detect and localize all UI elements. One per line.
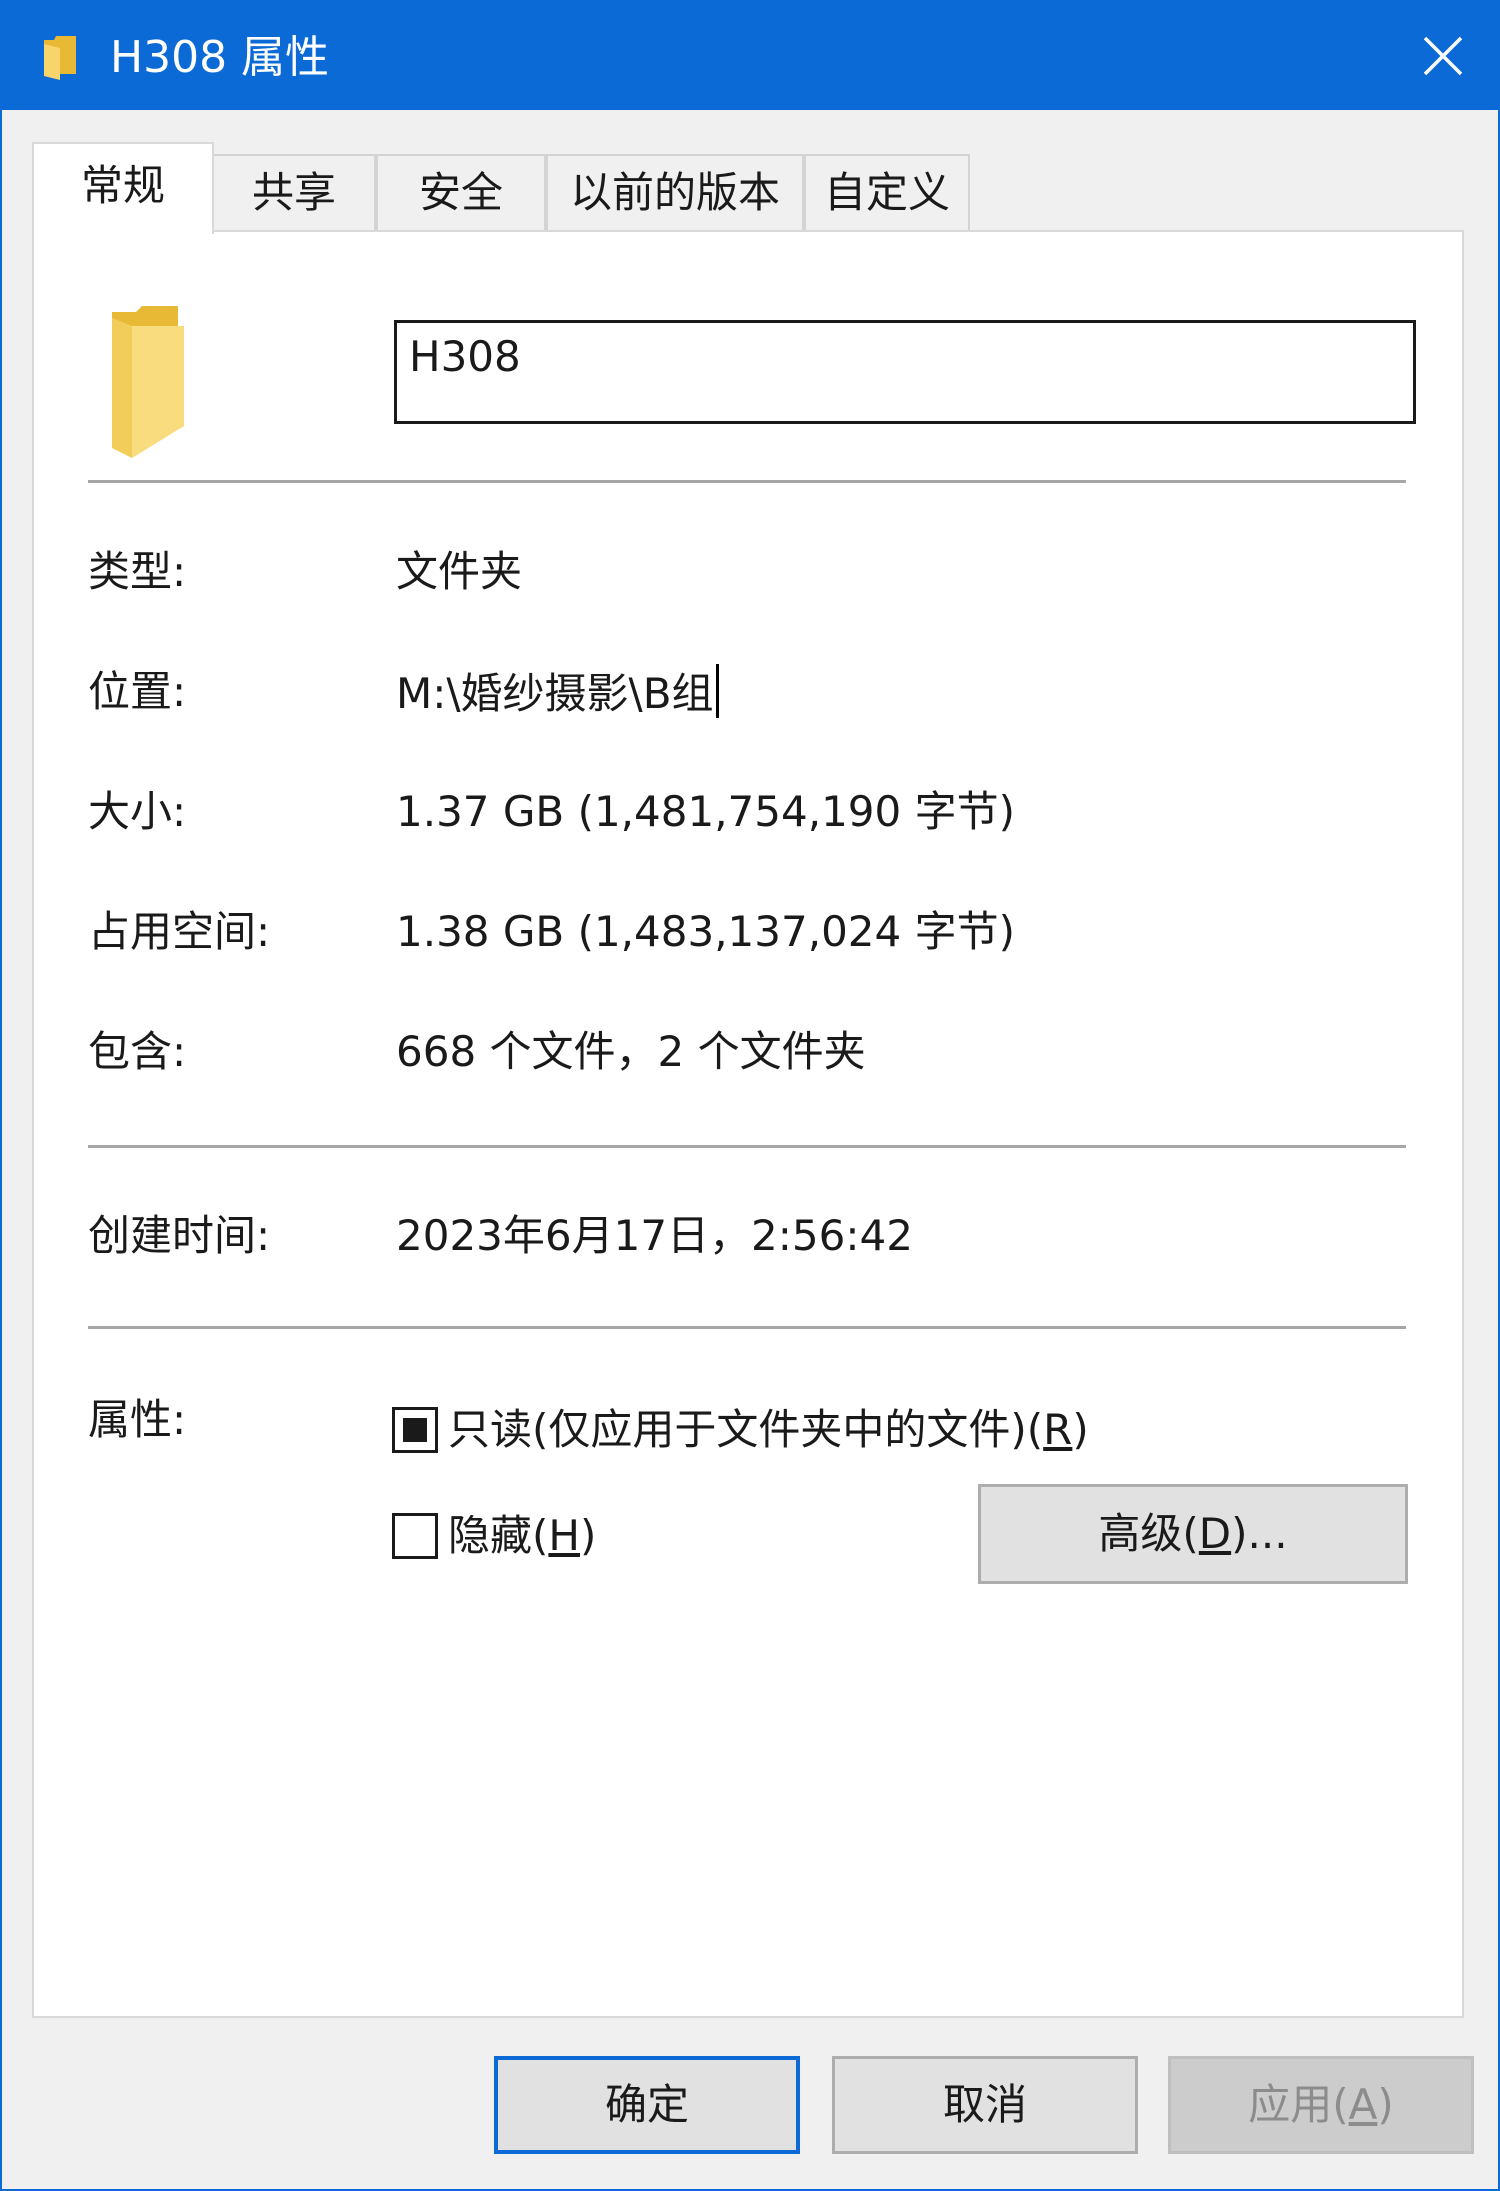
attributes-label: 属性:: [88, 1395, 187, 1444]
readonly-label: 只读(仅应用于文件夹中的文件)(R): [448, 1405, 1089, 1454]
readonly-checkbox-row[interactable]: 只读(仅应用于文件夹中的文件)(R): [392, 1402, 1089, 1458]
separator: [88, 1326, 1406, 1329]
size-value: 1.37 GB (1,481,754,190 字节): [396, 787, 1015, 836]
title-bar: H308 属性: [2, 2, 1498, 110]
type-value: 文件夹: [396, 547, 523, 596]
separator: [88, 480, 1406, 483]
hidden-checkbox[interactable]: [392, 1513, 438, 1559]
tab-previous-versions[interactable]: 以前的版本: [546, 154, 804, 232]
general-panel: [32, 230, 1464, 2018]
tab-customize[interactable]: 自定义: [804, 154, 970, 232]
created-value: 2023年6月17日，2:56:42: [396, 1211, 913, 1260]
tab-security[interactable]: 安全: [376, 154, 546, 232]
type-label: 类型:: [88, 547, 187, 596]
advanced-button[interactable]: 高级(D)...: [978, 1484, 1408, 1584]
location-label: 位置:: [88, 667, 187, 716]
close-button[interactable]: [1388, 2, 1498, 110]
folder-name-input[interactable]: [394, 320, 1416, 424]
contains-value: 668 个文件，2 个文件夹: [396, 1027, 866, 1076]
size-label: 大小:: [88, 787, 187, 836]
cancel-button[interactable]: 取消: [832, 2056, 1138, 2154]
contains-label: 包含:: [88, 1027, 187, 1076]
disk-size-label: 占用空间:: [88, 907, 271, 956]
readonly-checkbox[interactable]: [392, 1407, 438, 1453]
ok-button[interactable]: 确定: [494, 2056, 800, 2154]
apply-button[interactable]: 应用(A): [1168, 2056, 1474, 2154]
window-title: H308 属性: [110, 32, 330, 83]
location-value[interactable]: M:\婚纱摄影\B组: [396, 664, 719, 722]
created-label: 创建时间:: [88, 1211, 271, 1260]
hidden-checkbox-row[interactable]: 隐藏(H): [392, 1508, 596, 1564]
tab-general[interactable]: 常规: [32, 142, 214, 234]
disk-size-value: 1.38 GB (1,483,137,024 字节): [396, 907, 1015, 956]
properties-dialog: H308 属性 常规 共享 安全 以前的版本 自定义 类型: 文件夹 位置: M…: [0, 0, 1500, 2191]
separator: [88, 1145, 1406, 1148]
folder-icon: [112, 306, 184, 458]
hidden-label: 隐藏(H): [448, 1511, 597, 1560]
tab-sharing[interactable]: 共享: [212, 154, 376, 232]
location-text: M:\婚纱摄影\B组: [396, 669, 714, 718]
folder-icon: [44, 36, 76, 80]
text-cursor: [715, 664, 719, 718]
close-icon: [1423, 36, 1463, 76]
